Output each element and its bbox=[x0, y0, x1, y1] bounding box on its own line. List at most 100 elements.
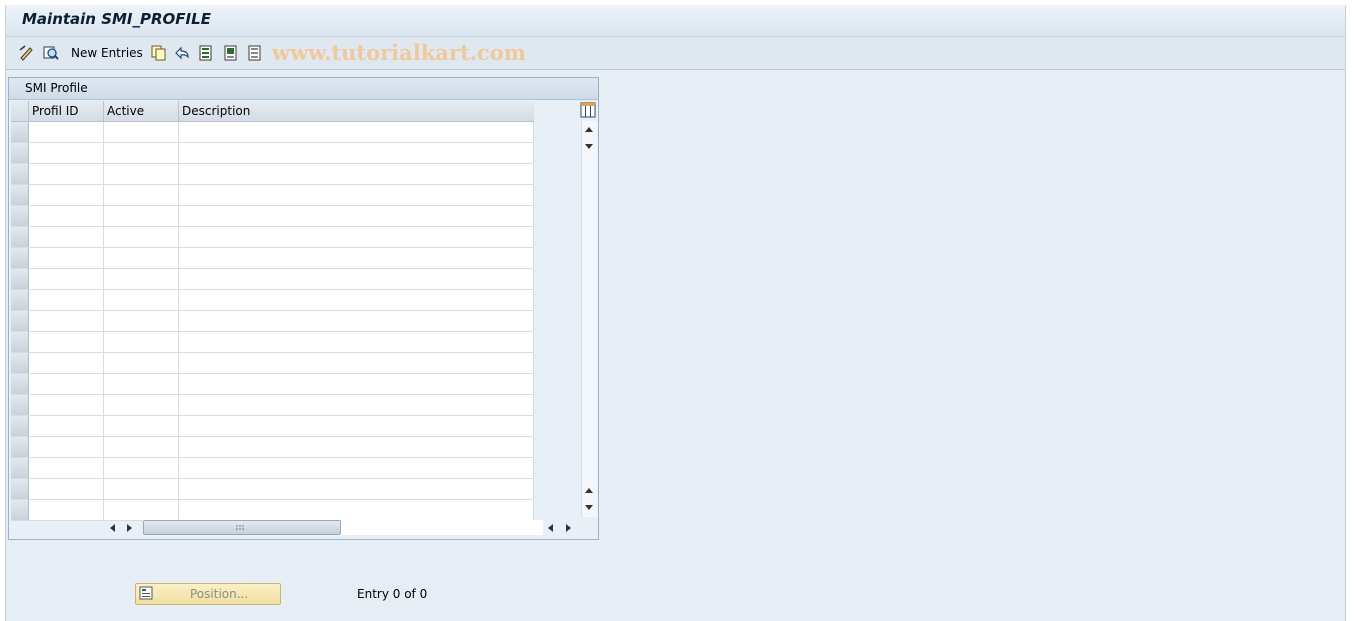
active-cell[interactable] bbox=[104, 185, 179, 205]
active-cell[interactable] bbox=[104, 290, 179, 310]
row-selector[interactable] bbox=[11, 395, 29, 415]
row-selector[interactable] bbox=[11, 332, 29, 352]
row-selector[interactable] bbox=[11, 437, 29, 457]
description-cell[interactable] bbox=[179, 311, 534, 331]
scroll-thumb[interactable] bbox=[143, 520, 341, 535]
active-cell[interactable] bbox=[104, 227, 179, 247]
profil-id-cell[interactable] bbox=[29, 500, 104, 520]
row-selector[interactable] bbox=[11, 479, 29, 499]
scroll-right-end-icon[interactable] bbox=[566, 524, 571, 532]
description-cell[interactable] bbox=[179, 332, 534, 352]
description-cell[interactable] bbox=[179, 500, 534, 520]
active-cell[interactable] bbox=[104, 458, 179, 478]
description-cell[interactable] bbox=[179, 143, 534, 163]
row-selector[interactable] bbox=[11, 185, 29, 205]
row-selector[interactable] bbox=[11, 269, 29, 289]
column-header-profil-id[interactable]: Profil ID bbox=[29, 101, 104, 121]
active-cell[interactable] bbox=[104, 479, 179, 499]
row-selector[interactable] bbox=[11, 374, 29, 394]
column-header-active[interactable]: Active bbox=[104, 101, 179, 121]
profil-id-cell[interactable] bbox=[29, 353, 104, 373]
active-cell[interactable] bbox=[104, 122, 179, 142]
table-row[interactable] bbox=[11, 122, 534, 143]
table-row[interactable] bbox=[11, 311, 534, 332]
row-selector[interactable] bbox=[11, 164, 29, 184]
row-selector[interactable] bbox=[11, 458, 29, 478]
active-cell[interactable] bbox=[104, 500, 179, 520]
active-cell[interactable] bbox=[104, 437, 179, 457]
profil-id-cell[interactable] bbox=[29, 122, 104, 142]
select-all-icon[interactable] bbox=[197, 44, 215, 62]
profil-id-cell[interactable] bbox=[29, 206, 104, 226]
column-header-description[interactable]: Description bbox=[179, 101, 533, 121]
active-cell[interactable] bbox=[104, 416, 179, 436]
active-cell[interactable] bbox=[104, 164, 179, 184]
scroll-page-down-icon[interactable] bbox=[585, 505, 593, 510]
description-cell[interactable] bbox=[179, 416, 534, 436]
select-all-rows-corner[interactable] bbox=[11, 101, 29, 121]
profil-id-cell[interactable] bbox=[29, 143, 104, 163]
profil-id-cell[interactable] bbox=[29, 437, 104, 457]
active-cell[interactable] bbox=[104, 374, 179, 394]
select-block-icon[interactable] bbox=[222, 44, 240, 62]
find-icon[interactable] bbox=[42, 44, 60, 62]
active-cell[interactable] bbox=[104, 353, 179, 373]
table-row[interactable] bbox=[11, 248, 534, 269]
scroll-left-icon[interactable] bbox=[110, 524, 115, 532]
active-cell[interactable] bbox=[104, 332, 179, 352]
profil-id-cell[interactable] bbox=[29, 458, 104, 478]
horizontal-scrollbar[interactable] bbox=[105, 519, 575, 535]
table-row[interactable] bbox=[11, 290, 534, 311]
table-row[interactable] bbox=[11, 227, 534, 248]
description-cell[interactable] bbox=[179, 227, 534, 247]
active-cell[interactable] bbox=[104, 395, 179, 415]
profil-id-cell[interactable] bbox=[29, 290, 104, 310]
scroll-up-icon[interactable] bbox=[585, 127, 593, 132]
table-settings-icon[interactable] bbox=[580, 102, 596, 118]
undo-icon[interactable] bbox=[173, 44, 191, 62]
row-selector[interactable] bbox=[11, 206, 29, 226]
profil-id-cell[interactable] bbox=[29, 479, 104, 499]
description-cell[interactable] bbox=[179, 164, 534, 184]
profil-id-cell[interactable] bbox=[29, 374, 104, 394]
active-cell[interactable] bbox=[104, 311, 179, 331]
row-selector[interactable] bbox=[11, 290, 29, 310]
profil-id-cell[interactable] bbox=[29, 311, 104, 331]
display-change-icon[interactable] bbox=[18, 44, 36, 62]
scroll-left-end-icon[interactable] bbox=[548, 524, 553, 532]
active-cell[interactable] bbox=[104, 269, 179, 289]
new-entries-button[interactable]: New Entries bbox=[71, 46, 143, 60]
description-cell[interactable] bbox=[179, 374, 534, 394]
description-cell[interactable] bbox=[179, 248, 534, 268]
description-cell[interactable] bbox=[179, 122, 534, 142]
profil-id-cell[interactable] bbox=[29, 185, 104, 205]
row-selector[interactable] bbox=[11, 248, 29, 268]
table-row[interactable] bbox=[11, 374, 534, 395]
row-selector[interactable] bbox=[11, 500, 29, 520]
description-cell[interactable] bbox=[179, 437, 534, 457]
row-selector[interactable] bbox=[11, 416, 29, 436]
scroll-right-icon[interactable] bbox=[127, 524, 132, 532]
table-row[interactable] bbox=[11, 458, 534, 479]
row-selector[interactable] bbox=[11, 353, 29, 373]
table-row[interactable] bbox=[11, 479, 534, 500]
table-row[interactable] bbox=[11, 353, 534, 374]
description-cell[interactable] bbox=[179, 479, 534, 499]
profil-id-cell[interactable] bbox=[29, 164, 104, 184]
profil-id-cell[interactable] bbox=[29, 395, 104, 415]
profil-id-cell[interactable] bbox=[29, 332, 104, 352]
scroll-page-up-icon[interactable] bbox=[585, 488, 593, 493]
scroll-down-icon[interactable] bbox=[585, 144, 593, 149]
description-cell[interactable] bbox=[179, 290, 534, 310]
description-cell[interactable] bbox=[179, 206, 534, 226]
description-cell[interactable] bbox=[179, 185, 534, 205]
active-cell[interactable] bbox=[104, 143, 179, 163]
profil-id-cell[interactable] bbox=[29, 248, 104, 268]
copy-icon[interactable] bbox=[150, 44, 168, 62]
description-cell[interactable] bbox=[179, 353, 534, 373]
row-selector[interactable] bbox=[11, 227, 29, 247]
table-row[interactable] bbox=[11, 395, 534, 416]
table-row[interactable] bbox=[11, 143, 534, 164]
table-row[interactable] bbox=[11, 332, 534, 353]
profil-id-cell[interactable] bbox=[29, 269, 104, 289]
